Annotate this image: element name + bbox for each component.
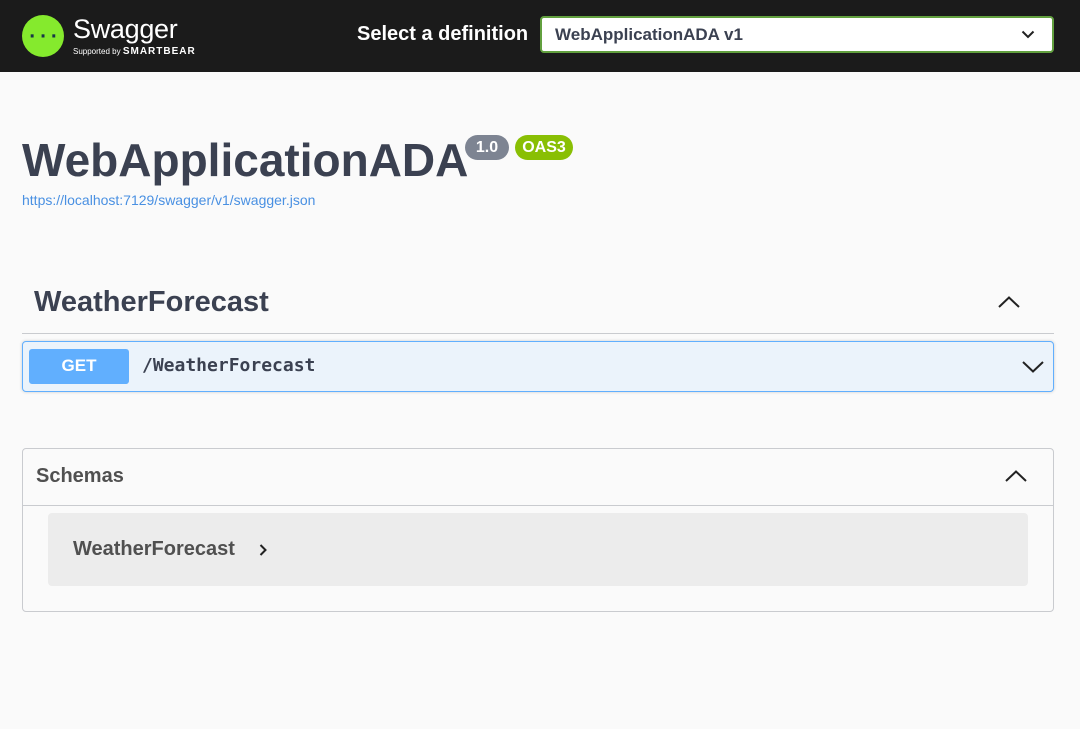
swagger-logo-icon: {···} <box>22 15 64 57</box>
definition-select-value: WebApplicationADA v1 <box>555 24 743 44</box>
operation-get-weatherforecast[interactable]: GET /WeatherForecast <box>22 341 1054 392</box>
chevron-down-icon <box>1018 25 1038 45</box>
svg-text:{···}: {···} <box>28 26 58 47</box>
tag-title: WeatherForecast <box>34 286 269 318</box>
chevron-right-icon[interactable] <box>256 540 270 560</box>
topbar: {···} Swagger Supported by SMARTBEAR Sel… <box>0 0 1080 72</box>
method-badge: GET <box>29 349 129 384</box>
spec-url-link[interactable]: https://localhost:7129/swagger/v1/swagge… <box>22 191 315 209</box>
api-title: WebApplicationADA <box>22 134 469 186</box>
definition-select[interactable]: WebApplicationADA v1 <box>540 16 1054 53</box>
schemas-section: Schemas WeatherForecast <box>22 448 1054 612</box>
model-name: WeatherForecast <box>73 538 235 560</box>
logo-subtitle: Supported by SMARTBEAR <box>73 45 196 57</box>
operation-path: /WeatherForecast <box>142 355 316 376</box>
chevron-up-icon[interactable] <box>1001 463 1031 489</box>
swagger-logo[interactable]: {···} Swagger Supported by SMARTBEAR <box>22 11 212 61</box>
chevron-down-icon[interactable] <box>1019 355 1047 379</box>
schemas-header[interactable]: Schemas <box>23 449 1053 506</box>
version-badge: 1.0 <box>465 135 509 160</box>
schema-model-weatherforecast[interactable]: WeatherForecast <box>48 513 1028 586</box>
schemas-title: Schemas <box>36 465 124 487</box>
tag-section-weatherforecast[interactable]: WeatherForecast <box>22 280 1054 334</box>
chevron-up-icon[interactable] <box>994 290 1024 314</box>
definition-label: Select a definition <box>357 23 529 45</box>
logo-title: Swagger <box>73 13 178 44</box>
oas-badge: OAS3 <box>515 135 573 160</box>
